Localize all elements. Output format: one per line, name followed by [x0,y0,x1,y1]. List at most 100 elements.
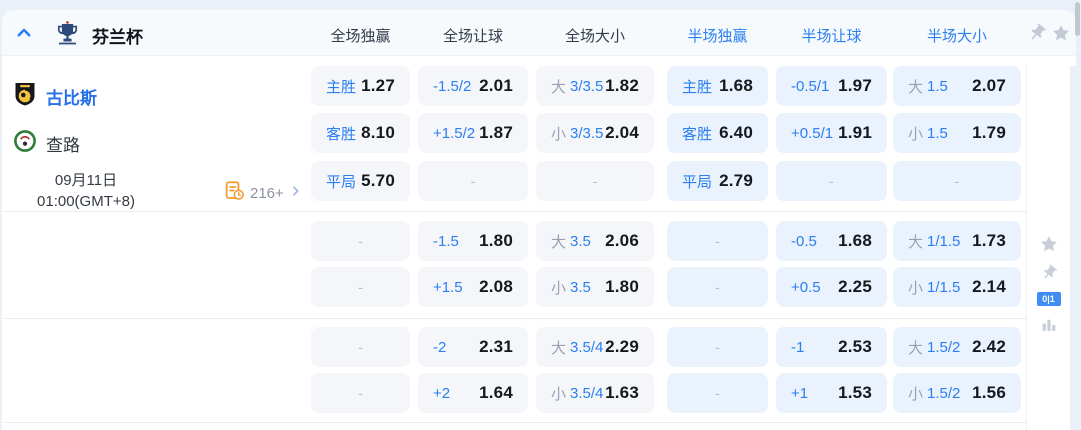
odds-cell[interactable]: +0.5/11.91 [776,113,887,153]
no-odds-dash: - [358,385,363,401]
odds-cell[interactable]: - [311,221,410,261]
match-date: 09月11日 [2,170,170,191]
scrollbar-thumb[interactable] [1075,2,1080,36]
odds-cell[interactable]: -22.31 [418,327,528,367]
odds-cell[interactable]: - [667,373,768,413]
over-under-prefix: 小 [551,123,566,144]
odds-cell[interactable]: -12.53 [776,327,887,367]
odds-cell[interactable]: +1.52.08 [418,267,528,307]
odds-cell[interactable]: 大1.5/22.42 [893,327,1021,367]
odds-cell[interactable]: 大3.5 2.06 [536,221,654,261]
selection-label-group: +1 [791,385,808,402]
selection-label: +1 [791,385,808,402]
odds-cell[interactable]: 客胜6.40 [667,113,768,153]
selection-label-group: 客胜 [326,123,356,144]
odds-cell[interactable]: - [311,373,410,413]
odds-value: 2.06 [605,231,639,251]
corner-score-badge[interactable]: 0|1 [1037,292,1061,306]
odds-page: 芬兰杯 全场独赢 全场让球 全场大小 半场独赢 半场让球 半场大小 古比斯 [0,0,1081,430]
odds-cell[interactable]: 小1.51.79 [893,113,1021,153]
handicap-label: 1.5/2 [927,339,960,356]
page-gutter [1070,66,1078,430]
odds-value: 1.91 [838,123,872,143]
selection-label-group: 大1.5/2 [908,337,960,358]
odds-cell[interactable]: - [536,161,654,201]
favorite-match-star-icon[interactable] [1039,234,1059,254]
odds-cell[interactable]: +21.64 [418,373,528,413]
away-team-logo [14,130,36,157]
league-header: 芬兰杯 全场独赢 全场让球 全场大小 半场独赢 半场让球 半场大小 [2,10,1076,56]
odds-cell[interactable]: 小3.5/41.63 [536,373,654,413]
odds-cell[interactable]: -1.5/22.01 [418,66,528,106]
column-header-fulltime-1x2: 全场独赢 [311,25,410,46]
markets-doc-clock-icon [224,180,245,206]
selection-label: 平局 [682,171,712,192]
odds-cell[interactable]: 大3.5/42.29 [536,327,654,367]
odds-cell[interactable]: -0.5/11.97 [776,66,887,106]
over-under-prefix: 大 [908,231,923,252]
odds-value: 6.40 [719,123,753,143]
selection-label-group: +0.5 [791,279,821,296]
odds-cell[interactable]: - [311,327,410,367]
odds-cell[interactable]: 大3/3.51.82 [536,66,654,106]
odds-value: 2.08 [479,277,513,297]
handicap-label: 1/1.5 [927,279,960,296]
pin-match-icon[interactable] [1039,263,1059,283]
odds-value: 2.07 [972,76,1006,96]
odds-cell[interactable]: - [418,161,528,201]
odds-value: 1.97 [838,76,872,96]
collapse-chevron-up-icon[interactable] [14,24,34,42]
odds-cell[interactable]: 大1/1.51.73 [893,221,1021,261]
no-odds-dash: - [471,173,476,189]
match-time: 01:00(GMT+8) [2,191,170,212]
selection-label: +0.5 [791,279,821,296]
odds-value: 1.82 [605,76,639,96]
over-under-prefix: 小 [908,383,923,404]
odds-cell[interactable]: 小3.51.80 [536,267,654,307]
odds-cell[interactable]: 主胜1.68 [667,66,768,106]
odds-cell[interactable]: - [667,327,768,367]
handicap-label: 3.5/4 [570,385,603,402]
odds-cell[interactable]: -0.51.68 [776,221,887,261]
more-markets-link[interactable]: 216+ [224,179,302,207]
odds-value: 2.14 [972,277,1006,297]
selection-label-group: 大3.5 [551,231,591,252]
selection-label-group: 小1.5/2 [908,383,960,404]
odds-value: 1.68 [719,76,753,96]
odds-value: 1.87 [479,123,513,143]
odds-cell[interactable]: - [667,267,768,307]
over-under-prefix: 小 [551,277,566,298]
over-under-prefix: 大 [551,231,566,252]
odds-cell[interactable]: - [311,267,410,307]
pin-league-icon[interactable] [1027,23,1047,43]
odds-cell[interactable]: 平局2.79 [667,161,768,201]
odds-cell[interactable]: 小3/3.52.04 [536,113,654,153]
odds-cell[interactable]: - [667,221,768,261]
home-team-logo [14,82,36,111]
odds-cell[interactable]: +0.52.25 [776,267,887,307]
no-odds-dash: - [715,233,720,249]
odds-cell[interactable]: 小1.5/21.56 [893,373,1021,413]
odds-cell[interactable]: -1.51.80 [418,221,528,261]
odds-cell[interactable]: +1.5/21.87 [418,113,528,153]
favorite-league-star-icon[interactable] [1051,23,1071,43]
handicap-label: 3/3.5 [570,78,603,95]
selection-label-group: 大3.5/4 [551,337,603,358]
selection-label: +1.5/2 [433,125,475,142]
selection-label-group: -1.5 [433,233,459,250]
home-team-row[interactable]: 古比斯 [14,76,97,116]
odds-cell[interactable]: 平局5.70 [311,161,410,201]
odds-cell[interactable]: 主胜1.27 [311,66,410,106]
handicap-label: 1.5 [927,78,948,95]
stats-bar-chart-icon[interactable] [1039,315,1059,335]
odds-value: 1.80 [605,277,639,297]
odds-cell[interactable]: +11.53 [776,373,887,413]
odds-cell[interactable]: - [776,161,887,201]
markets-count: 216+ [250,185,284,202]
away-team-row[interactable]: 查路 [14,123,80,163]
odds-cell[interactable]: 小1/1.52.14 [893,267,1021,307]
odds-cell[interactable]: 客胜8.10 [311,113,410,153]
odds-value: 2.04 [605,123,639,143]
odds-cell[interactable]: 大1.52.07 [893,66,1021,106]
odds-cell[interactable]: - [893,161,1021,201]
